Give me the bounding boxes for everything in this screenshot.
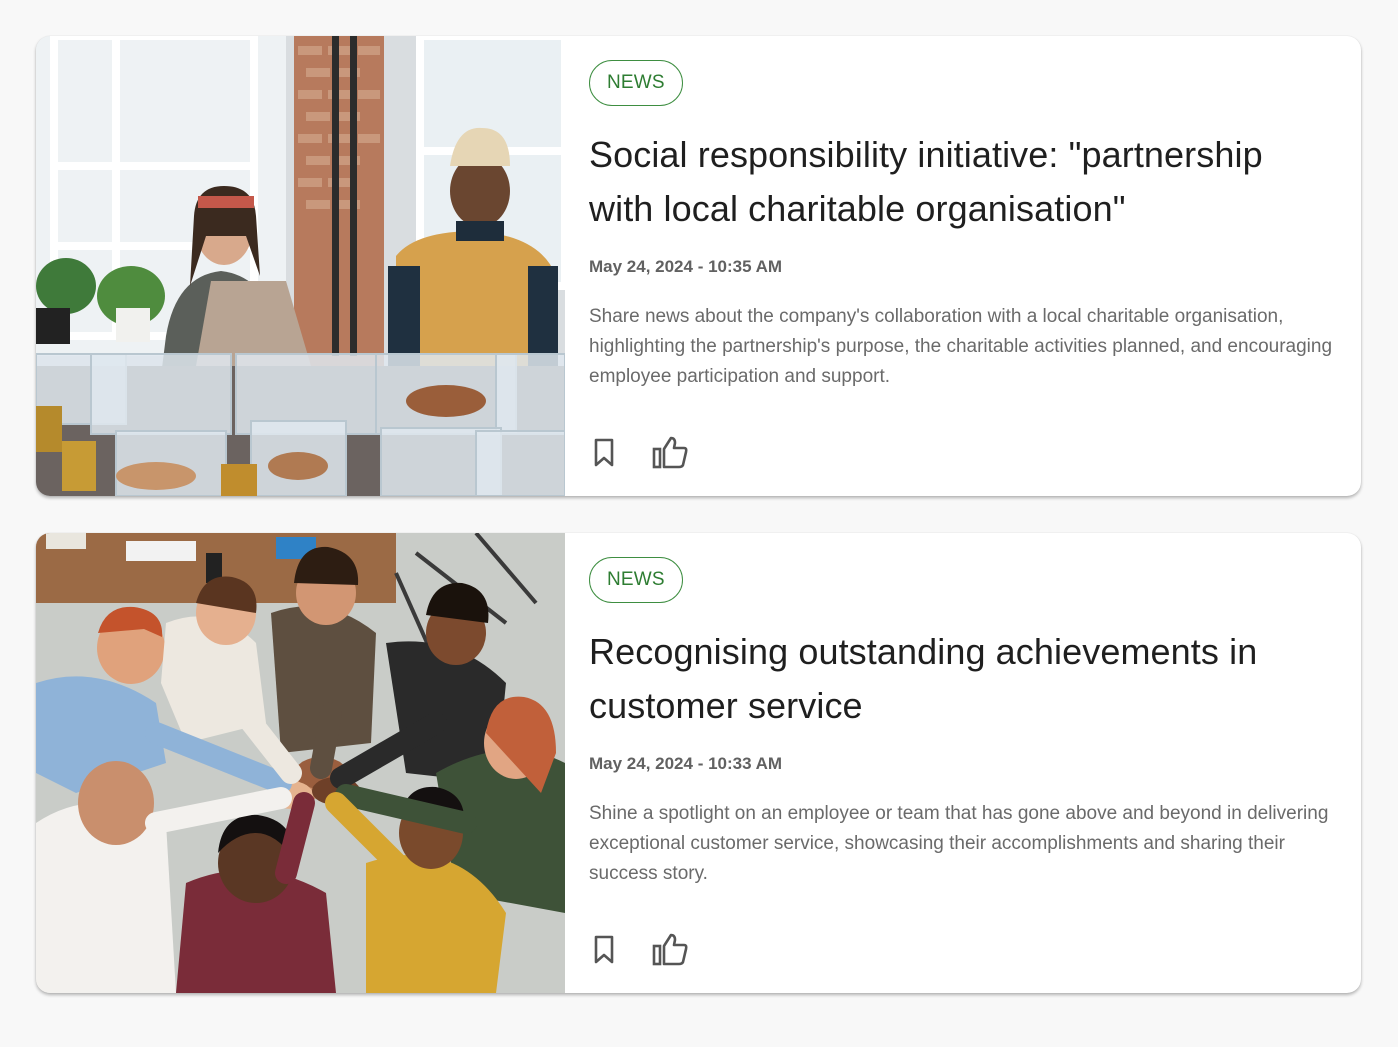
news-card-content: NEWS Social responsibility initiative: "… [565, 36, 1361, 496]
news-title[interactable]: Recognising outstanding achievements in … [589, 625, 1337, 733]
bookmark-icon [594, 438, 614, 467]
news-feed: NEWS Social responsibility initiative: "… [36, 36, 1361, 1030]
news-actions [589, 929, 721, 971]
news-description: Shine a spotlight on an employee or team… [589, 803, 1329, 884]
news-date: May 24, 2024 - 10:33 AM [589, 754, 783, 773]
bookmark-icon [594, 935, 614, 964]
news-card[interactable]: NEWS Social responsibility initiative: "… [36, 36, 1361, 496]
thumbs-up-icon [652, 436, 688, 469]
bookmark-button[interactable] [583, 929, 625, 971]
like-button[interactable] [649, 929, 691, 971]
news-card[interactable]: NEWS Recognising outstanding achievement… [36, 533, 1361, 993]
news-date: May 24, 2024 - 10:35 AM [589, 257, 783, 276]
team-hands-together-photo [36, 533, 565, 993]
news-actions [589, 432, 721, 474]
thumbs-up-icon [652, 933, 688, 966]
news-card-image[interactable] [36, 36, 565, 496]
category-chip[interactable]: NEWS [589, 60, 683, 106]
like-button[interactable] [649, 432, 691, 474]
bookmark-button[interactable] [583, 432, 625, 474]
news-title[interactable]: Social responsibility initiative: "partn… [589, 128, 1337, 236]
news-description: Share news about the company's collabora… [589, 306, 1333, 387]
news-card-content: NEWS Recognising outstanding achievement… [565, 533, 1361, 993]
news-card-image[interactable] [36, 533, 565, 993]
category-chip[interactable]: NEWS [589, 557, 683, 603]
volunteers-sorting-donations-photo [36, 36, 565, 496]
